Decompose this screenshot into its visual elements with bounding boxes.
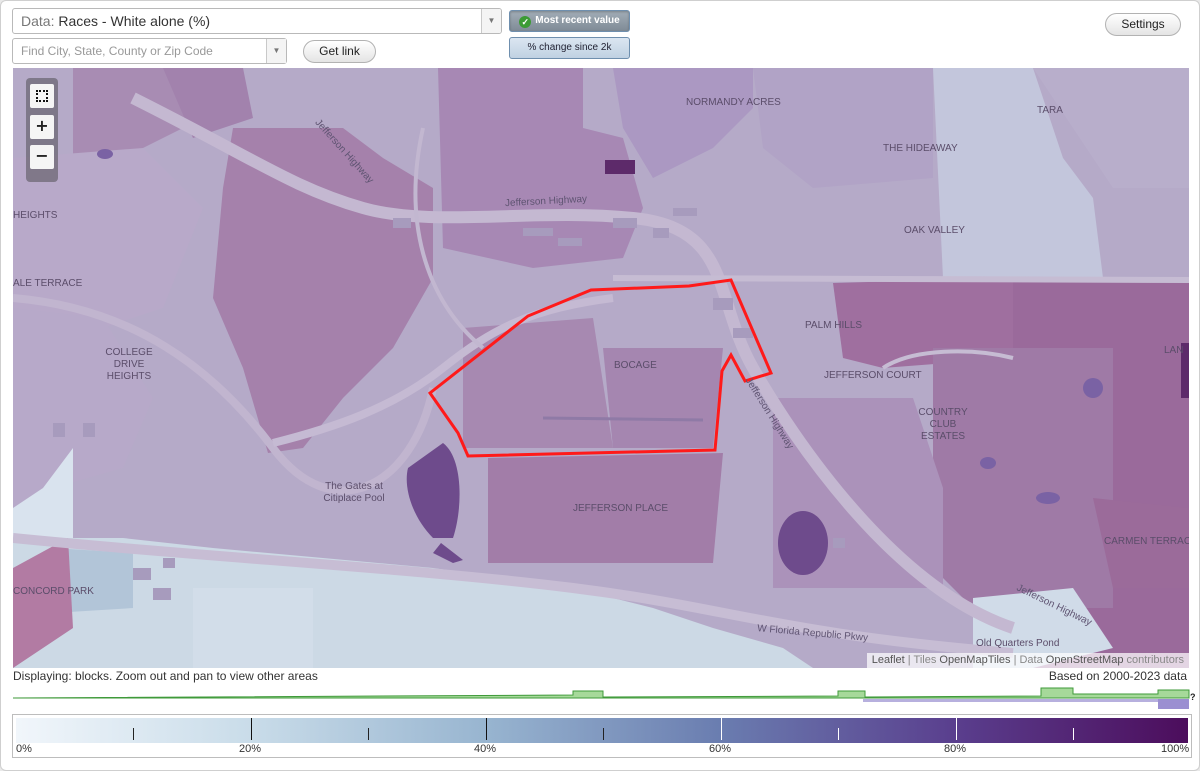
place-label-ale-terrace: ALE TERRACE: [13, 278, 83, 289]
leaflet-link[interactable]: Leaflet: [872, 654, 905, 666]
attribution-suffix: contributors: [1126, 654, 1184, 666]
place-label-normandy-acres: NORMANDY ACRES: [686, 97, 781, 108]
openmaptiles-link[interactable]: OpenMapTiles: [939, 654, 1010, 666]
legend-label: 0%: [16, 743, 32, 755]
attribution-tiles-prefix: | Tiles: [907, 654, 937, 666]
legend-tick: [603, 728, 604, 740]
fullscreen-icon: [36, 90, 48, 102]
openstreetmap-link[interactable]: OpenStreetMap: [1046, 654, 1124, 666]
place-label-the-hideaway: THE HIDEAWAY: [883, 143, 958, 154]
place-label-bocage: BOCAGE: [614, 360, 657, 371]
most-recent-value-button[interactable]: ✓ Most recent value: [509, 10, 630, 32]
place-label-concord-park: CONCORD PARK: [13, 586, 94, 597]
place-label-country-club-estates: COUNTRY CLUB ESTATES: [918, 407, 968, 442]
place-label-old-quarters-pond: Old Quarters Pond: [976, 638, 1060, 649]
place-label-lan: LAN: [1164, 345, 1184, 356]
legend-tick: [486, 718, 487, 740]
place-label-college-drive-heights: COLLEGE DRIVE HEIGHTS: [105, 347, 153, 382]
check-icon: ✓: [519, 16, 532, 28]
data-select-value: Races - White alone (%): [58, 13, 211, 29]
legend-tick: [1073, 728, 1074, 740]
legend-tick: [133, 728, 134, 740]
legend-label: 20%: [239, 743, 262, 755]
value-histogram: [13, 687, 1190, 709]
settings-button[interactable]: Settings: [1105, 13, 1181, 36]
data-select[interactable]: Data: Races - White alone (%) ▼: [12, 8, 502, 34]
place-label-carmen-terrace: CARMEN TERRACE: [1104, 536, 1189, 547]
legend-tick: [838, 728, 839, 740]
place-label-heights: HEIGHTS: [13, 210, 58, 221]
get-link-button[interactable]: Get link: [303, 40, 376, 63]
map-tiles: [13, 68, 1189, 668]
legend-gradient: [16, 718, 1188, 743]
legend-tick: [368, 728, 369, 740]
based-on-status: Based on 2000-2023 data: [1048, 669, 1187, 683]
search-input[interactable]: [13, 39, 263, 63]
legend-tick: [251, 718, 252, 740]
place-label-tara: TARA: [1037, 105, 1063, 116]
location-search[interactable]: ▼: [12, 38, 287, 64]
zoom-control: + −: [26, 78, 58, 182]
zoom-out-button[interactable]: −: [30, 145, 54, 169]
attribution-data-prefix: | Data: [1013, 654, 1043, 666]
most-recent-value-label: Most recent value: [535, 15, 620, 26]
legend-label: 60%: [709, 743, 732, 755]
histogram-unknown-marker: ?: [1190, 692, 1196, 702]
legend-label: 80%: [944, 743, 967, 755]
map-view[interactable]: + − NORMANDY ACRES TARA THE HIDEAWAY OAK…: [13, 68, 1189, 668]
place-label-jefferson-place: JEFFERSON PLACE: [573, 503, 669, 514]
place-label-palm-hills: PALM HILLS: [805, 320, 863, 331]
percent-change-button[interactable]: % change since 2k: [509, 37, 630, 59]
place-label-the-gates: The Gates at Citiplace Pool: [323, 481, 385, 504]
map-attribution: Leaflet | Tiles OpenMapTiles | Data Open…: [866, 653, 1189, 668]
chevron-down-icon[interactable]: ▼: [266, 39, 286, 63]
zoom-in-button[interactable]: +: [30, 115, 54, 139]
legend-tick: [956, 718, 957, 740]
fullscreen-button[interactable]: [30, 84, 54, 108]
place-label-jefferson-court: JEFFERSON COURT: [824, 370, 922, 381]
place-label-oak-valley: OAK VALLEY: [904, 225, 965, 236]
displaying-status: Displaying: blocks. Zoom out and pan to …: [13, 669, 318, 683]
legend-tick: [721, 718, 722, 740]
data-select-prefix: Data:: [21, 13, 55, 29]
color-legend: 0% 20% 40% 60% 80% 100%: [12, 714, 1192, 758]
chevron-down-icon[interactable]: ▼: [481, 9, 501, 33]
legend-label: 100%: [1161, 743, 1190, 755]
legend-label: 40%: [474, 743, 497, 755]
app-window: Data: Races - White alone (%) ▼ ▼ Get li…: [0, 0, 1200, 771]
